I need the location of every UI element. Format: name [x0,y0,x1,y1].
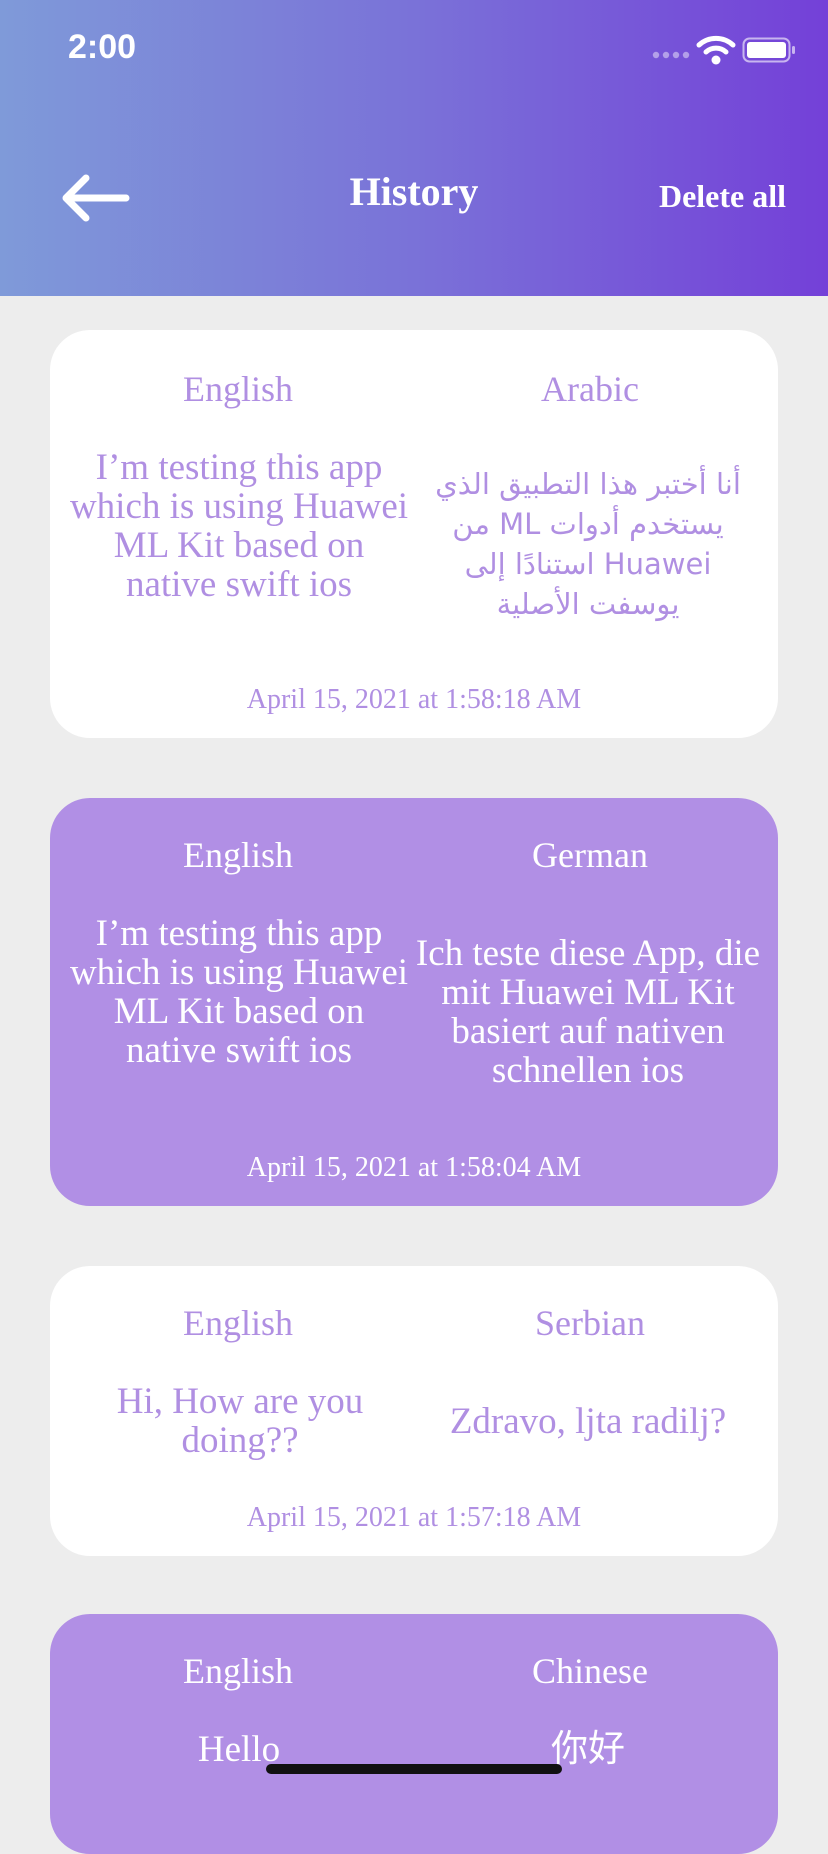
wifi-icon [696,35,736,65]
history-card[interactable]: English German I’m testing this app whic… [50,798,778,1206]
header: 2:00 History Delete all [0,0,828,296]
timestamp: April 15, 2021 at 1:57:18 AM [246,1502,582,1533]
target-text: Zdravo, ljta radilj? [449,1401,727,1442]
navigation-bar: History Delete all [0,150,828,240]
timestamp: April 15, 2021 at 1:58:04 AM [246,1152,582,1183]
source-language-label: English [182,1303,293,1343]
target-language-label: German [532,835,648,875]
target-language-label: Arabic [541,369,639,409]
source-language-label: English [182,835,293,875]
cellular-signal-icon [652,51,690,59]
source-language-label: English [182,1651,293,1691]
source-text: Hi, How are you doing?? [116,1381,364,1461]
back-arrow-icon[interactable] [56,170,132,226]
home-indicator [266,1764,562,1774]
battery-icon [742,37,795,63]
target-text: Ich teste diese App, die mit Huawei ML K… [415,933,761,1091]
status-bar: 2:00 [0,0,828,100]
source-text: I’m testing this app which is using Huaw… [69,913,409,1071]
timestamp: April 15, 2021 at 1:58:18 AM [246,684,582,715]
history-card[interactable]: English Serbian Hi, How are you doing?? … [50,1266,778,1556]
history-card[interactable]: English Arabic I’m testing this app whic… [50,330,778,738]
target-language-label: Chinese [532,1651,648,1691]
source-language-label: English [182,369,293,409]
history-card[interactable]: English Chinese Hello 你好 [50,1614,778,1854]
delete-all-button[interactable]: Delete all [659,178,786,215]
target-text: أنا أختبر هذا التطبيق الذي يستخدم أدوات … [435,467,741,621]
target-language-label: Serbian [535,1303,645,1343]
status-time: 2:00 [68,28,137,66]
source-text: I’m testing this app which is using Huaw… [69,447,409,605]
